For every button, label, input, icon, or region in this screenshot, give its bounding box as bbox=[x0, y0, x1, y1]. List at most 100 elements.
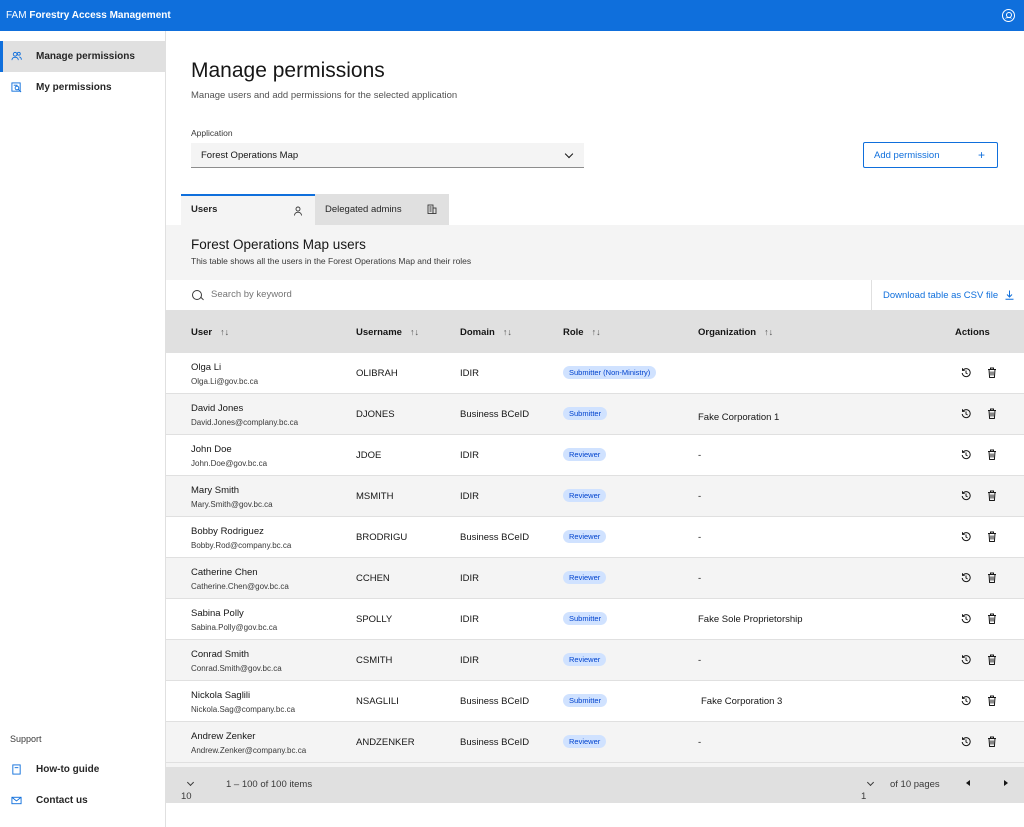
domain-cell: Business BCeID bbox=[460, 696, 530, 707]
history-icon[interactable] bbox=[961, 408, 971, 419]
trash-icon[interactable] bbox=[987, 736, 997, 747]
column-header-label: User bbox=[191, 327, 213, 338]
column-header-label: Role bbox=[563, 327, 584, 338]
application-label: Application bbox=[191, 128, 233, 138]
domain-cell: IDIR bbox=[460, 491, 479, 502]
column-header-user[interactable]: User ↑↓ bbox=[191, 327, 229, 338]
column-header-label: Organization bbox=[698, 327, 757, 338]
history-icon[interactable] bbox=[961, 490, 971, 501]
support-heading: Support bbox=[10, 734, 42, 744]
sidebar-item-manage-permissions[interactable]: Manage permissions bbox=[0, 41, 165, 72]
username-cell: NSAGLILI bbox=[356, 696, 399, 707]
trash-icon[interactable] bbox=[987, 490, 997, 501]
column-header-organization[interactable]: Organization ↑↓ bbox=[698, 327, 773, 338]
domain-cell: IDIR bbox=[460, 450, 479, 461]
column-header-label: Domain bbox=[460, 327, 495, 338]
brand-name: Forestry Access Management bbox=[29, 10, 171, 21]
app-brand[interactable]: FAM Forestry Access Management bbox=[6, 10, 171, 21]
domain-cell: IDIR bbox=[460, 368, 479, 379]
search-icon bbox=[192, 290, 202, 300]
add-permission-button[interactable]: Add permission + bbox=[863, 142, 998, 168]
sidebar-item-contact-us[interactable]: Contact us bbox=[0, 785, 165, 816]
user-email: Nickola.Sag@company.bc.ca bbox=[191, 705, 296, 714]
role-cell: Reviewer bbox=[563, 489, 607, 502]
trash-icon[interactable] bbox=[987, 695, 997, 706]
organization-cell: Fake Sole Proprietorship bbox=[698, 614, 803, 625]
role-badge: Submitter bbox=[563, 612, 608, 625]
application-select[interactable]: Forest Operations Map bbox=[191, 143, 584, 168]
user-email: David.Jones@complany.bc.ca bbox=[191, 418, 299, 427]
trash-icon[interactable] bbox=[987, 531, 997, 542]
domain-cell: Business BCeID bbox=[460, 737, 530, 748]
sort-icon: ↑↓ bbox=[502, 327, 512, 337]
previous-page-icon[interactable] bbox=[966, 780, 970, 786]
download-csv-button[interactable]: Download table as CSV file bbox=[871, 280, 1024, 311]
trash-icon[interactable] bbox=[987, 449, 997, 460]
trash-icon[interactable] bbox=[987, 572, 997, 583]
history-icon[interactable] bbox=[961, 449, 971, 460]
organization-cell: - bbox=[698, 532, 702, 543]
table-row: Andrew Zenker Andrew.Zenker@company.bc.c… bbox=[166, 722, 1024, 763]
sort-icon: ↑↓ bbox=[409, 327, 419, 337]
brand-short: FAM bbox=[6, 10, 27, 21]
page-size-value: 10 bbox=[181, 791, 192, 802]
total-pages-text: of 10 pages bbox=[890, 779, 940, 790]
profile-icon[interactable] bbox=[1002, 9, 1015, 22]
sidebar-item-label: Manage permissions bbox=[36, 51, 135, 62]
plus-icon: + bbox=[977, 148, 985, 162]
page-number-value: 1 bbox=[861, 791, 867, 802]
column-header-domain[interactable]: Domain ↑↓ bbox=[460, 327, 512, 338]
page-subtitle: Manage users and add permissions for the… bbox=[191, 90, 458, 101]
user-email: Conrad.Smith@gov.bc.ca bbox=[191, 664, 282, 673]
page-title: Manage permissions bbox=[191, 59, 385, 82]
role-badge: Submitter bbox=[563, 694, 608, 707]
domain-cell: IDIR bbox=[460, 655, 479, 666]
trash-icon[interactable] bbox=[987, 367, 997, 378]
table-row: Olga Li Olga.Li@gov.bc.ca OLIBRAH IDIR S… bbox=[166, 353, 1024, 394]
column-header-username[interactable]: Username ↑↓ bbox=[356, 327, 419, 338]
table-header: User ↑↓ Username ↑↓ Domain ↑↓ Role ↑↓ Organi… bbox=[166, 311, 1024, 353]
trash-icon[interactable] bbox=[987, 654, 997, 665]
page-size-select[interactable]: 10 bbox=[181, 778, 195, 802]
user-email: Sabina.Polly@gov.bc.ca bbox=[191, 623, 278, 632]
download-csv-label: Download table as CSV file bbox=[883, 290, 999, 301]
sort-icon: ↑↓ bbox=[764, 327, 774, 337]
email-icon bbox=[11, 796, 22, 805]
user-email: Olga.Li@gov.bc.ca bbox=[191, 377, 259, 386]
tab-users[interactable]: Users bbox=[181, 194, 315, 225]
table-toolbar: Download table as CSV file bbox=[166, 280, 1024, 311]
page-number-select[interactable]: 1 bbox=[861, 778, 875, 802]
history-icon[interactable] bbox=[961, 572, 971, 583]
user-icon bbox=[294, 206, 302, 216]
trash-icon[interactable] bbox=[987, 613, 997, 624]
next-page-icon[interactable] bbox=[1004, 780, 1008, 786]
table-row: Catherine Chen Catherine.Chen@gov.bc.ca … bbox=[166, 558, 1024, 599]
role-cell: Submitter bbox=[563, 612, 608, 625]
book-icon bbox=[12, 764, 21, 775]
username-cell: CSMITH bbox=[356, 655, 393, 666]
history-icon[interactable] bbox=[961, 654, 971, 665]
domain-cell: IDIR bbox=[460, 614, 479, 625]
organization-cell: Fake Corporation 3 bbox=[701, 696, 783, 707]
table-row: Nickola Saglili Nickola.Sag@company.bc.c… bbox=[166, 681, 1024, 722]
history-icon[interactable] bbox=[961, 695, 971, 706]
username-cell: OLIBRAH bbox=[356, 368, 398, 379]
column-header-role[interactable]: Role ↑↓ bbox=[563, 327, 601, 338]
username-cell: ANDZENKER bbox=[356, 737, 415, 748]
user-email: John.Doe@gov.bc.ca bbox=[191, 459, 268, 468]
tab-list: Users Delegated admins bbox=[181, 194, 449, 225]
history-icon[interactable] bbox=[961, 367, 971, 378]
table-title: Forest Operations Map users bbox=[191, 237, 366, 252]
sidebar-item-how-to-guide[interactable]: How-to guide bbox=[0, 754, 165, 785]
trash-icon[interactable] bbox=[987, 408, 997, 419]
table-row: Mary Smith Mary.Smith@gov.bc.ca MSMITH I… bbox=[166, 476, 1024, 517]
add-permission-label: Add permission bbox=[874, 150, 940, 161]
search-input[interactable] bbox=[211, 289, 611, 300]
username-cell: BRODRIGU bbox=[356, 532, 408, 543]
sidebar-item-my-permissions[interactable]: My permissions bbox=[0, 72, 165, 103]
history-icon[interactable] bbox=[961, 613, 971, 624]
history-icon[interactable] bbox=[961, 531, 971, 542]
building-icon bbox=[427, 204, 437, 214]
tab-delegated-admins[interactable]: Delegated admins bbox=[315, 194, 449, 225]
history-icon[interactable] bbox=[961, 736, 971, 747]
